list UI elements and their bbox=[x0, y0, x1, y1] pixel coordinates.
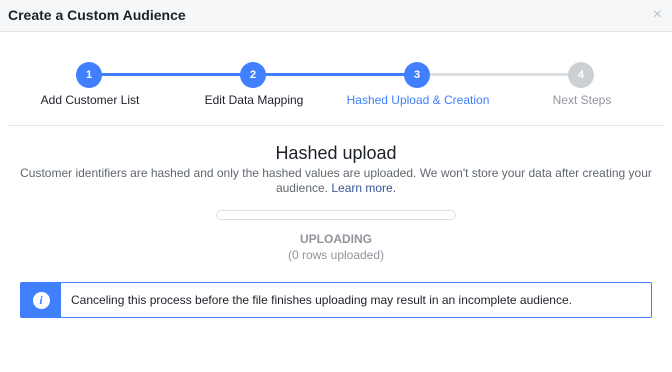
dialog-title: Create a Custom Audience bbox=[8, 7, 186, 23]
upload-status: UPLOADING bbox=[300, 232, 372, 246]
step-3-label[interactable]: Hashed Upload & Creation bbox=[328, 93, 508, 107]
info-notice: i Canceling this process before the file… bbox=[20, 282, 652, 318]
section-title: Hashed upload bbox=[275, 143, 397, 163]
step-1-label[interactable]: Add Customer List bbox=[0, 93, 180, 107]
dialog-header: Create a Custom Audience × bbox=[0, 0, 672, 32]
upload-row-count: (0 rows uploaded) bbox=[287, 248, 385, 262]
stepper: 1 2 3 4 Add Customer List Edit Data Mapp… bbox=[0, 32, 672, 126]
step-2-label[interactable]: Edit Data Mapping bbox=[164, 93, 344, 107]
upload-progress-bar bbox=[216, 210, 456, 220]
step-2-circle[interactable]: 2 bbox=[240, 62, 266, 88]
step-1-circle[interactable]: 1 bbox=[76, 62, 102, 88]
section-description: Customer identifiers are hashed and only… bbox=[0, 166, 672, 196]
info-icon: i bbox=[32, 291, 50, 309]
step-connector-2-3 bbox=[253, 73, 417, 76]
close-icon[interactable]: × bbox=[653, 6, 662, 24]
step-connector-3-4 bbox=[417, 73, 581, 76]
divider bbox=[8, 125, 664, 126]
notice-text: Canceling this process before the file f… bbox=[71, 293, 572, 307]
notice-icon-container: i bbox=[21, 283, 61, 317]
learn-more-link[interactable]: Learn more. bbox=[331, 181, 396, 195]
step-connector-1-2 bbox=[89, 73, 253, 76]
step-4-circle: 4 bbox=[568, 62, 594, 88]
step-3-circle[interactable]: 3 bbox=[404, 62, 430, 88]
step-4-label: Next Steps bbox=[552, 93, 612, 107]
